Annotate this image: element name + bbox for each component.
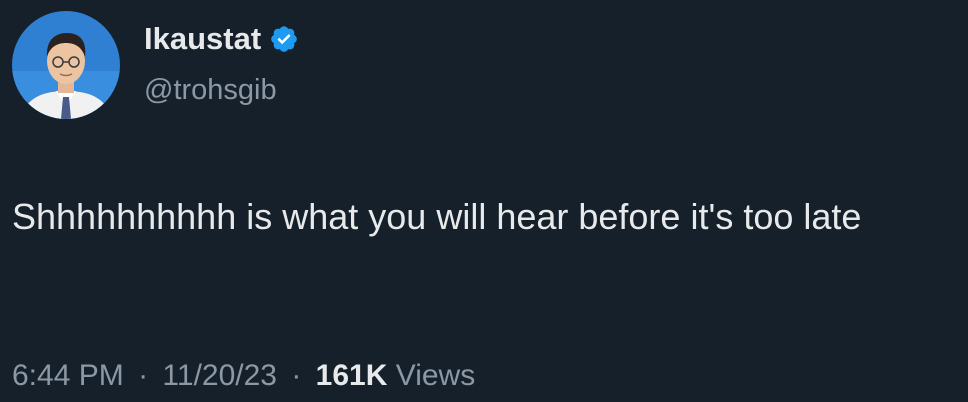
views-count[interactable]: 161K [316,359,388,392]
verified-badge-icon[interactable] [269,24,299,54]
tweet-text: Shhhhhhhhhh is what you will hear before… [12,196,862,237]
meta-separator: · [138,359,149,392]
tweet-time[interactable]: 6:44 PM [12,359,124,392]
views-label[interactable]: Views [396,359,475,392]
profile-photo-icon [12,11,120,119]
author-display-name[interactable]: Ikaustat [144,20,261,58]
tweet-meta: 6:44 PM · 11/20/23 · 161K Views [12,356,475,396]
author-handle[interactable]: @trohsgib [144,72,277,108]
author-name-row: Ikaustat [144,20,299,58]
meta-separator: · [291,359,302,392]
author-avatar[interactable] [12,11,120,119]
tweet-card: Ikaustat @trohsgib Shhhhhhhhhh is what y… [0,0,968,402]
tweet-date[interactable]: 11/20/23 [162,359,277,392]
